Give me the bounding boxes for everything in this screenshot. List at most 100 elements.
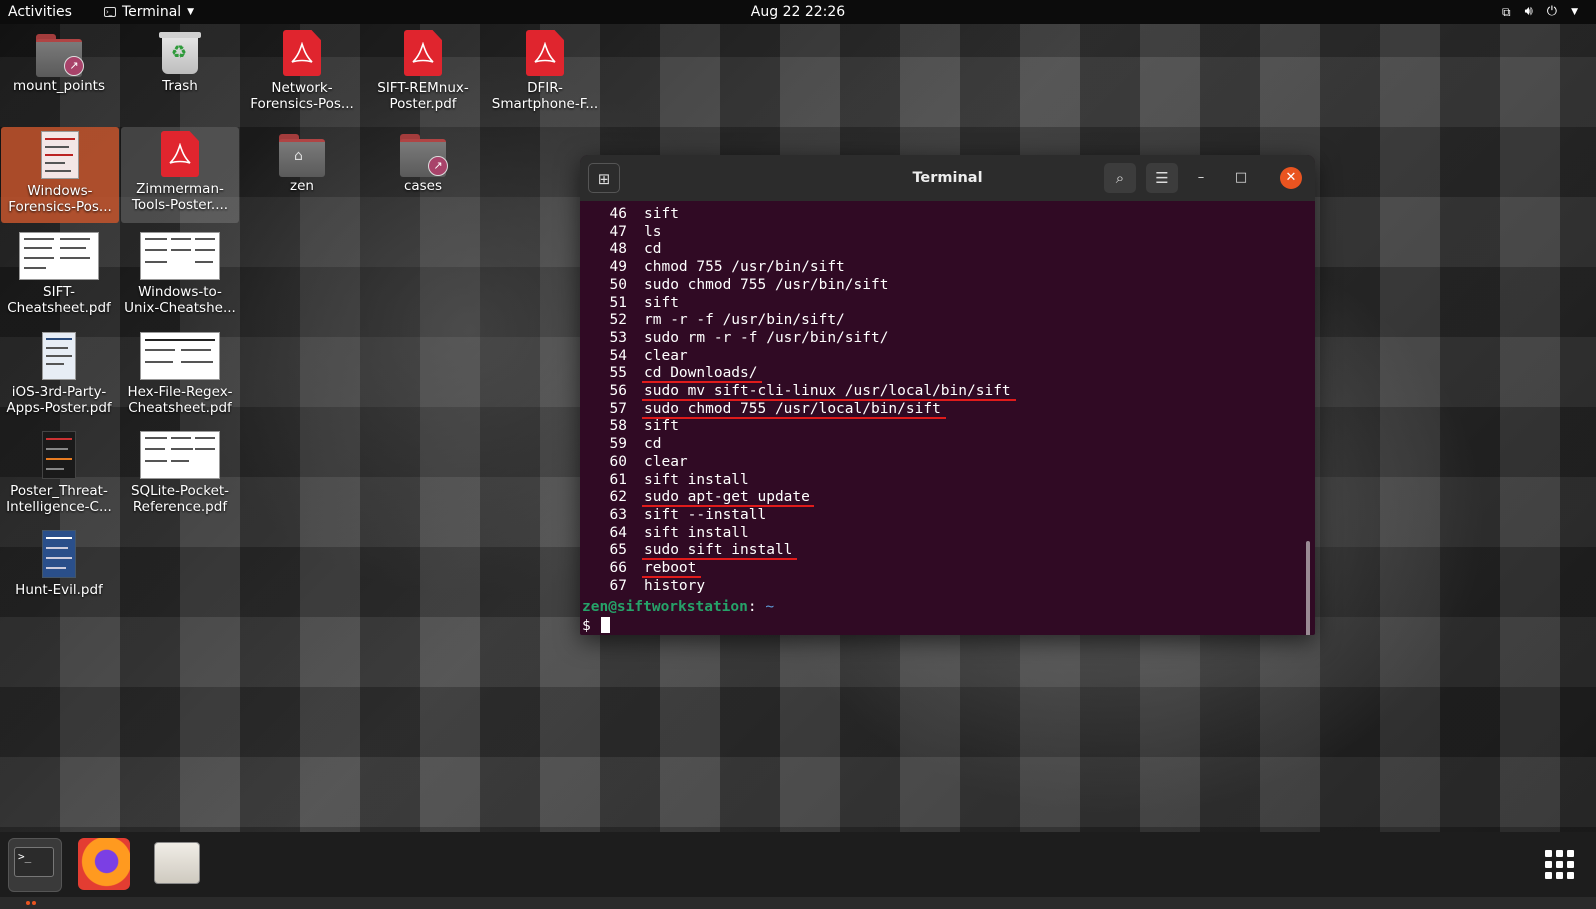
app-menu[interactable]: ›_ Terminal ▼ — [104, 0, 194, 24]
desktop-icon-sift-cheatsheet[interactable]: SIFT- Cheatsheet.pdf — [0, 232, 118, 316]
pdf-icon — [526, 30, 564, 76]
hamburger-menu-icon: ☰ — [1155, 169, 1169, 187]
history-number: 59 — [609, 436, 627, 453]
history-line: 67 history — [582, 577, 706, 595]
desktop-icon-hex-file-regex[interactable]: Hex-File-Regex- Cheatsheet.pdf — [121, 332, 239, 416]
document-thumbnail-icon — [140, 332, 220, 380]
minimize-button[interactable]: – — [1190, 167, 1212, 189]
pdf-icon — [161, 131, 199, 177]
menu-button[interactable]: ☰ — [1146, 163, 1178, 193]
running-indicator — [26, 890, 38, 905]
history-number: 58 — [609, 418, 627, 435]
dock: >_ — [0, 832, 1596, 905]
system-menu[interactable]: ⧉ 🔊︎ ⏻ ▼ — [1502, 0, 1578, 24]
history-number: 60 — [609, 453, 627, 470]
history-command: sudo chmod 755 /usr/local/bin/sift — [644, 400, 941, 417]
pdf-icon — [283, 30, 321, 76]
history-line: 57 sudo chmod 755 /usr/local/bin/sift — [582, 400, 941, 418]
pdf-icon — [404, 30, 442, 76]
history-line: 49 chmod 755 /usr/bin/sift — [582, 258, 845, 276]
history-line: 66 reboot — [582, 559, 697, 577]
desktop-icon-poster-threat[interactable]: Poster_Threat- Intelligence-C... — [0, 431, 118, 515]
history-line: 52 rm -r -f /usr/bin/sift/ — [582, 311, 845, 329]
history-command: ls — [644, 223, 662, 240]
input-line[interactable]: $ — [582, 617, 610, 634]
icon-label: Zimmerman- Tools-Poster.... — [131, 181, 229, 213]
history-line: 60 clear — [582, 453, 688, 471]
history-number: 54 — [609, 347, 627, 364]
terminal-window[interactable]: ⊞ Terminal ⌕ ☰ – □ ✕ zen@siftworkstation… — [580, 155, 1315, 635]
history-command: sudo apt-get update — [644, 489, 810, 506]
red-underline-annotation — [642, 416, 946, 419]
history-line: 47 ls — [582, 223, 662, 241]
history-command: rm -r -f /usr/bin/sift/ — [644, 312, 845, 329]
maximize-icon: □ — [1234, 170, 1248, 185]
history-line: 63 sift --install — [582, 506, 767, 524]
icon-label: DFIR- Smartphone-F... — [491, 80, 599, 112]
scrollbar[interactable] — [1306, 541, 1310, 635]
history-line: 61 sift install — [582, 471, 749, 489]
activities-button[interactable]: Activities — [8, 0, 72, 24]
icon-label: mount_points — [12, 78, 106, 94]
icon-label: Windows-to- Unix-Cheatshe... — [124, 284, 236, 316]
close-icon: ✕ — [1285, 170, 1297, 185]
document-thumbnail-icon — [41, 131, 79, 179]
desktop-icon-zimmerman[interactable]: Zimmerman- Tools-Poster.... — [121, 127, 239, 223]
chevron-down-icon: ▼ — [1571, 7, 1578, 17]
history-line: 50 sudo chmod 755 /usr/bin/sift — [582, 276, 889, 294]
history-number: 52 — [609, 312, 627, 329]
clock[interactable]: Aug 22 22:26 — [751, 4, 845, 20]
maximize-button[interactable]: □ — [1230, 167, 1252, 189]
history-number: 62 — [609, 489, 627, 506]
terminal-titlebar[interactable]: ⊞ Terminal ⌕ ☰ – □ ✕ — [580, 155, 1315, 201]
trash-icon: ♻ — [159, 32, 201, 74]
prompt-user: zen@siftworkstation — [582, 599, 748, 615]
volume-icon: 🔊︎ — [1524, 4, 1533, 19]
desktop-icon-sqlite-pocket[interactable]: SQLite-Pocket- Reference.pdf — [121, 431, 239, 515]
history-number: 50 — [609, 276, 627, 293]
desktop-icon-trash[interactable]: ♻ Trash — [121, 30, 239, 108]
prompt-separator: : — [747, 599, 757, 615]
folder-link-icon: ↗ — [36, 34, 84, 77]
history-number: 64 — [609, 524, 627, 541]
desktop-icon-mount-points[interactable]: ↗ mount_points — [0, 30, 118, 108]
close-button[interactable]: ✕ — [1280, 167, 1302, 189]
search-button[interactable]: ⌕ — [1104, 163, 1136, 193]
history-line: 56 sudo mv sift-cli-linux /usr/local/bin/… — [582, 382, 1011, 400]
minimize-icon: – — [1197, 170, 1205, 185]
shell-prompt: zen@siftworkstation: ~ — [582, 599, 774, 615]
firefox-icon[interactable] — [78, 838, 130, 890]
desktop-icon-sift-remnux[interactable]: SIFT-REMnux- Poster.pdf — [364, 30, 482, 112]
icon-label: cases — [403, 178, 443, 194]
desktop-icon-ios-3rd-party[interactable]: iOS-3rd-Party- Apps-Poster.pdf — [0, 332, 118, 416]
desktop-icon-network-forensics[interactable]: Network- Forensics-Pos... — [243, 30, 361, 112]
desktop-icon-cases[interactable]: ↗ cases — [364, 130, 482, 194]
history-line: 58 sift — [582, 417, 679, 435]
history-number: 53 — [609, 329, 627, 346]
desktop-icon-windows-to-unix[interactable]: Windows-to- Unix-Cheatshe... — [121, 232, 239, 316]
document-thumbnail-icon — [140, 431, 220, 479]
show-applications-icon[interactable] — [1545, 850, 1575, 880]
history-command: sift --install — [644, 506, 767, 523]
history-command: cd Downloads/ — [644, 365, 758, 382]
history-command: sift install — [644, 524, 749, 541]
desktop-icon-hunt-evil[interactable]: Hunt-Evil.pdf — [0, 530, 118, 598]
history-command: sift — [644, 294, 679, 311]
history-command: reboot — [644, 560, 697, 576]
icon-label: iOS-3rd-Party- Apps-Poster.pdf — [6, 384, 112, 416]
desktop-icon-windows-forensics[interactable]: Windows- Forensics-Pos... — [1, 127, 119, 223]
history-number: 65 — [609, 542, 627, 559]
desktop-icon-dfir-smartphone[interactable]: DFIR- Smartphone-F... — [486, 30, 604, 112]
history-line: 62 sudo apt-get update — [582, 488, 810, 506]
files-icon[interactable] — [152, 838, 204, 890]
desktop-icon-zen[interactable]: ⌂ zen — [243, 130, 361, 194]
history-number: 47 — [609, 223, 627, 240]
dock-terminal-button[interactable]: >_ — [8, 838, 62, 892]
history-line: 48 cd — [582, 240, 662, 258]
network-icon: ⧉ — [1502, 5, 1511, 19]
history-command: sift — [644, 206, 679, 222]
terminal-icon: ›_ — [104, 7, 116, 17]
terminal-output[interactable]: zen@siftworkstation: ~ $ 46 sift 47 ls 48 cd 4… — [580, 201, 1315, 635]
icon-label: SQLite-Pocket- Reference.pdf — [130, 483, 230, 515]
history-line: 65 sudo sift install — [582, 541, 793, 559]
